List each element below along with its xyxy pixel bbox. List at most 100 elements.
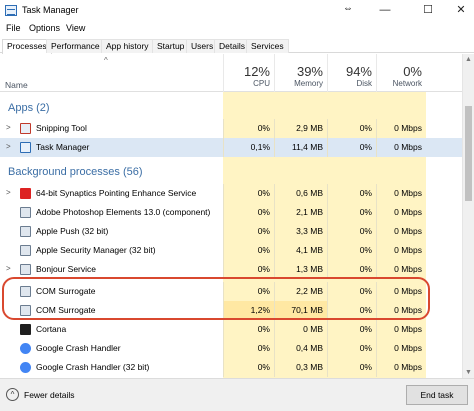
chevron-right-icon[interactable]: > <box>6 142 11 151</box>
fewer-details-link[interactable]: Fewer details <box>24 390 75 400</box>
memory-label: Memory <box>294 79 323 88</box>
scroll-up-icon[interactable]: ▲ <box>465 56 472 63</box>
menu-file[interactable]: File <box>6 23 21 33</box>
memory-value: 1,3 MB <box>274 260 327 279</box>
tab-startup[interactable]: Startup <box>152 39 190 53</box>
memory-value: 4,1 MB <box>274 241 327 260</box>
table-row[interactable]: Apple Push (32 bit) 0% 3,3 MB 0% 0 Mbps <box>0 222 462 241</box>
cpu-value: 0% <box>223 119 274 138</box>
process-name: COM Surrogate <box>36 286 96 296</box>
cpu-value: 0% <box>223 203 274 222</box>
chevron-right-icon[interactable]: > <box>6 264 11 273</box>
cpu-total: 12% <box>243 64 270 79</box>
menu-bar: File Options View <box>0 22 474 37</box>
table-row[interactable]: Apple Security Manager (32 bit) 0% 4,1 M… <box>0 241 462 260</box>
end-task-button[interactable]: End task <box>406 385 468 405</box>
cpu-value: 0% <box>223 260 274 279</box>
process-name: Google Crash Handler <box>36 343 121 353</box>
application-icon <box>20 207 31 218</box>
memory-value: 2,1 MB <box>274 203 327 222</box>
cpu-value: 0% <box>223 241 274 260</box>
cortana-icon <box>20 324 31 335</box>
synaptics-icon <box>20 188 31 199</box>
tab-details[interactable]: Details <box>214 39 250 53</box>
network-value: 0 Mbps <box>376 282 426 301</box>
table-row[interactable]: COM Surrogate 1,2% 70,1 MB 0% 0 Mbps <box>0 301 462 320</box>
process-name: Task Manager <box>36 142 90 152</box>
maximize-button[interactable]: ☐ <box>419 2 437 18</box>
application-icon <box>20 264 31 275</box>
disk-value: 0% <box>327 260 376 279</box>
scroll-down-icon[interactable]: ▼ <box>465 369 472 376</box>
disk-value: 0% <box>327 119 376 138</box>
table-row[interactable]: COM Surrogate 0% 2,2 MB 0% 0 Mbps <box>0 282 462 301</box>
scrollbar-thumb[interactable] <box>465 106 472 201</box>
menu-view[interactable]: View <box>66 23 85 33</box>
process-list: Apps (2) > Snipping Tool 0% 2,9 MB 0% 0 … <box>0 92 462 378</box>
tab-app-history[interactable]: App history <box>101 39 154 53</box>
network-value: 0 Mbps <box>376 222 426 241</box>
process-name: 64-bit Synaptics Pointing Enhance Servic… <box>36 188 197 198</box>
tab-strip: Processes Performance App history Startu… <box>0 38 474 54</box>
table-row[interactable]: Google Crash Handler (32 bit) 0% 0,3 MB … <box>0 358 462 377</box>
network-value: 0 Mbps <box>376 138 426 157</box>
cpu-label: CPU <box>253 79 270 88</box>
group-header-background: Background processes (56) <box>0 162 462 182</box>
minimize-button[interactable]: — <box>376 2 394 18</box>
disk-value: 0% <box>327 241 376 260</box>
chevron-up-circle-icon[interactable]: ^ <box>6 388 19 401</box>
menu-options[interactable]: Options <box>29 23 60 33</box>
network-value: 0 Mbps <box>376 358 426 377</box>
column-header: ^ Name 12% CPU 39% Memory 94% Disk 0% Ne… <box>0 54 462 92</box>
group-title: Background processes (56) <box>8 166 143 178</box>
process-name: Apple Security Manager (32 bit) <box>36 245 156 255</box>
table-row[interactable]: > Snipping Tool 0% 2,9 MB 0% 0 Mbps <box>0 119 462 138</box>
disk-label: Disk <box>356 79 372 88</box>
column-network[interactable]: 0% Network <box>376 54 426 92</box>
table-row[interactable]: > Bonjour Service 0% 1,3 MB 0% 0 Mbps <box>0 260 462 279</box>
tab-services[interactable]: Services <box>246 39 289 53</box>
process-name: Bonjour Service <box>36 264 97 274</box>
process-name: Adobe Photoshop Elements 13.0 (component… <box>36 207 211 217</box>
cpu-value: 0% <box>223 184 274 203</box>
chevron-right-icon[interactable]: > <box>6 188 11 197</box>
tab-processes[interactable]: Processes <box>2 39 52 54</box>
resize-cursor-icon: ⇔ <box>343 3 353 14</box>
process-name: Snipping Tool <box>36 123 87 133</box>
memory-value: 70,1 MB <box>274 301 327 320</box>
table-row[interactable]: Google Crash Handler 0% 0,4 MB 0% 0 Mbps <box>0 339 462 358</box>
disk-value: 0% <box>327 301 376 320</box>
network-value: 0 Mbps <box>376 241 426 260</box>
table-row[interactable]: Adobe Photoshop Elements 13.0 (component… <box>0 203 462 222</box>
table-row[interactable]: > Task Manager 0,1% 11,4 MB 0% 0 Mbps <box>0 138 462 157</box>
network-total: 0% <box>403 64 422 79</box>
google-icon <box>20 362 31 373</box>
column-name[interactable]: Name <box>5 80 28 90</box>
table-row[interactable]: Cortana 0% 0 MB 0% 0 Mbps <box>0 320 462 339</box>
memory-value: 0,4 MB <box>274 339 327 358</box>
group-header-apps: Apps (2) <box>0 98 462 118</box>
vertical-scrollbar[interactable]: ▲ ▼ <box>462 54 474 378</box>
column-memory[interactable]: 39% Memory <box>274 54 327 92</box>
cpu-value: 0% <box>223 282 274 301</box>
title-bar: Task Manager ⇔ — ☐ ✕ <box>0 0 474 22</box>
cpu-value: 0% <box>223 358 274 377</box>
network-value: 0 Mbps <box>376 260 426 279</box>
close-button[interactable]: ✕ <box>452 2 470 18</box>
memory-total: 39% <box>296 64 323 79</box>
disk-value: 0% <box>327 222 376 241</box>
cpu-value: 0% <box>223 222 274 241</box>
tab-performance[interactable]: Performance <box>46 39 105 53</box>
column-cpu[interactable]: 12% CPU <box>223 54 274 92</box>
column-disk[interactable]: 94% Disk <box>327 54 376 92</box>
table-row[interactable]: > 64-bit Synaptics Pointing Enhance Serv… <box>0 184 462 203</box>
chevron-right-icon[interactable]: > <box>6 123 11 132</box>
application-icon <box>20 305 31 316</box>
memory-value: 2,2 MB <box>274 282 327 301</box>
memory-value: 0,6 MB <box>274 184 327 203</box>
cpu-value: 0% <box>223 320 274 339</box>
application-icon <box>20 226 31 237</box>
disk-value: 0% <box>327 282 376 301</box>
task-manager-icon <box>20 142 31 153</box>
application-icon <box>20 245 31 256</box>
